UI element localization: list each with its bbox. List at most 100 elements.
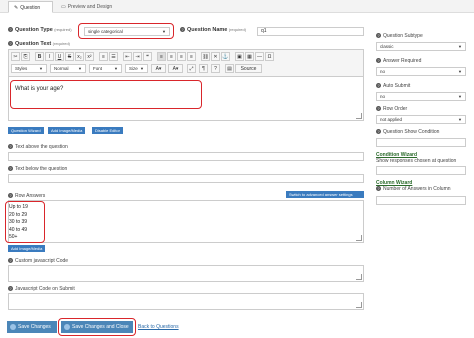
- row-answers-add-image-button[interactable]: Add Image/Media: [8, 245, 46, 252]
- condition-question-input[interactable]: [376, 166, 466, 175]
- chevron-down-icon: ▼: [458, 69, 462, 74]
- styles-label: Styles: [15, 66, 28, 71]
- size-select[interactable]: Size ▼: [125, 64, 148, 73]
- bold-icon[interactable]: B: [35, 52, 44, 61]
- resize-handle-icon[interactable]: [356, 302, 362, 308]
- font-select[interactable]: Font ▼: [89, 64, 122, 73]
- num-answers-input[interactable]: [376, 196, 466, 205]
- chevron-down-icon: ▼: [458, 94, 462, 99]
- cut-icon[interactable]: ✂: [11, 52, 20, 61]
- bg-color-icon[interactable]: A▾: [168, 64, 183, 73]
- help-icon: ?: [376, 33, 381, 39]
- js-on-submit-textarea[interactable]: [8, 293, 364, 310]
- condition-wizard-sub: Show responses chosen at question: [376, 158, 457, 164]
- row-answers-textarea[interactable]: [8, 200, 364, 243]
- add-image-media-button[interactable]: Add Image/Media: [48, 127, 86, 134]
- save-icon: [10, 323, 16, 330]
- outdent-icon[interactable]: ⇤: [123, 52, 132, 61]
- list-item: 40 to 49: [9, 226, 28, 233]
- text-below-label: ? Text below the question: [8, 166, 68, 172]
- question-wizard-button[interactable]: Question Wizard: [8, 127, 44, 134]
- list-item: 50+: [9, 234, 18, 240]
- help-icon: ?: [8, 193, 13, 199]
- copy-icon[interactable]: ⎘: [21, 52, 30, 61]
- question-type-label: ? Question Type (required): [8, 27, 72, 33]
- save-and-close-button[interactable]: Save Changes and Close: [61, 321, 133, 333]
- unlink-icon[interactable]: ✕: [211, 52, 220, 61]
- save-changes-button[interactable]: Save Changes: [7, 321, 57, 333]
- auto-submit-select[interactable]: no ▼: [376, 92, 466, 101]
- js-on-submit-label: ? Javascript Code on Submit: [8, 286, 75, 292]
- tab-preview-design[interactable]: ▭ Preview and Design: [56, 1, 126, 13]
- about-icon[interactable]: ?: [211, 64, 220, 73]
- superscript-icon[interactable]: x²: [85, 52, 94, 61]
- resize-handle-icon[interactable]: [356, 113, 362, 119]
- styles-select[interactable]: Styles ▼: [11, 64, 47, 73]
- strike-icon[interactable]: S: [65, 52, 74, 61]
- monitor-icon: ▭: [61, 4, 66, 10]
- link-icon[interactable]: ⛓: [201, 52, 210, 61]
- format-label: Normal: [54, 66, 69, 71]
- chevron-down-icon: ▼: [458, 44, 462, 49]
- question-subtype-value: classic: [380, 44, 394, 49]
- indent-icon[interactable]: ⇥: [133, 52, 142, 61]
- num-answers-label: ? Number of Answers in Column: [376, 186, 451, 192]
- answer-required-select[interactable]: no ▼: [376, 67, 466, 76]
- custom-js-label: ? Custom javascript Code: [8, 258, 69, 264]
- show-condition-input[interactable]: [376, 138, 466, 147]
- size-label: Size: [129, 66, 138, 71]
- show-condition-label: ? Question Show Condition: [376, 129, 440, 135]
- auto-submit-value: no: [380, 94, 386, 99]
- align-center-icon[interactable]: ≡: [167, 52, 176, 61]
- help-icon: ?: [376, 83, 381, 89]
- text-color-icon[interactable]: A▾: [151, 64, 166, 73]
- help-icon: ?: [8, 27, 13, 33]
- underline-icon[interactable]: U: [55, 52, 64, 61]
- row-answers-label: ? Row Answers: [8, 193, 46, 199]
- bullet-list-icon[interactable]: ☰: [109, 52, 118, 61]
- question-name-input[interactable]: q1: [257, 27, 364, 36]
- align-left-icon[interactable]: ≡: [157, 52, 166, 61]
- custom-js-textarea[interactable]: [8, 265, 364, 282]
- row-order-select[interactable]: not applied ▼: [376, 115, 466, 124]
- blocks-icon[interactable]: ¶: [199, 64, 208, 73]
- question-name-label: ? Question Name (required): [180, 27, 247, 33]
- chevron-down-icon: ▼: [458, 117, 462, 122]
- chevron-down-icon: ▼: [39, 66, 43, 71]
- maximize-icon[interactable]: ⤢: [187, 64, 196, 73]
- special-char-icon[interactable]: Ω: [265, 52, 274, 61]
- image-icon[interactable]: ▣: [235, 52, 244, 61]
- list-item: 30 to 39: [9, 219, 28, 225]
- question-text-highlight: [10, 80, 202, 109]
- resize-handle-icon[interactable]: [356, 274, 362, 280]
- help-icon: ?: [8, 286, 13, 292]
- help-icon: ?: [8, 144, 13, 150]
- chevron-down-icon: ▼: [162, 29, 166, 34]
- question-type-select[interactable]: single categorical ▼: [84, 27, 170, 36]
- switch-advanced-answers-button[interactable]: Switch to advanced answer settings: [286, 191, 364, 198]
- resize-handle-icon[interactable]: [356, 235, 362, 241]
- align-right-icon[interactable]: ≡: [177, 52, 186, 61]
- format-select[interactable]: Normal ▼: [50, 64, 86, 73]
- list-item: Up to 19: [9, 204, 28, 210]
- text-below-input[interactable]: [8, 174, 364, 183]
- italic-icon[interactable]: I: [45, 52, 54, 61]
- disable-editor-button[interactable]: Disable Editor: [92, 127, 123, 134]
- anchor-icon[interactable]: ⚓: [221, 52, 230, 61]
- subscript-icon[interactable]: x₂: [75, 52, 84, 61]
- align-justify-icon[interactable]: ≡: [187, 52, 196, 61]
- row-order-label: ? Row Order: [376, 106, 408, 112]
- source-button[interactable]: Source: [235, 64, 262, 73]
- tab-question-label: Question: [20, 5, 41, 11]
- text-above-input[interactable]: [8, 152, 364, 161]
- pencil-icon: ✎: [14, 5, 19, 11]
- blockquote-icon[interactable]: ❝: [143, 52, 152, 61]
- chevron-down-icon: ▼: [140, 66, 144, 71]
- numbered-list-icon[interactable]: ≡: [99, 52, 108, 61]
- editor-toolbar-row-1: ✂ ⎘ B I U S x₂ x² ≡ ☰ ⇤ ⇥ ❝ ≡ ≡ ≡ ≡ ⛓ ✕ …: [11, 52, 361, 62]
- back-to-questions-link[interactable]: Back to Questions: [138, 324, 179, 330]
- question-subtype-select[interactable]: classic ▼: [376, 42, 466, 51]
- horizontal-rule-icon[interactable]: ―: [255, 52, 264, 61]
- tab-question[interactable]: ✎ Question: [8, 1, 53, 13]
- table-icon[interactable]: ▦: [245, 52, 254, 61]
